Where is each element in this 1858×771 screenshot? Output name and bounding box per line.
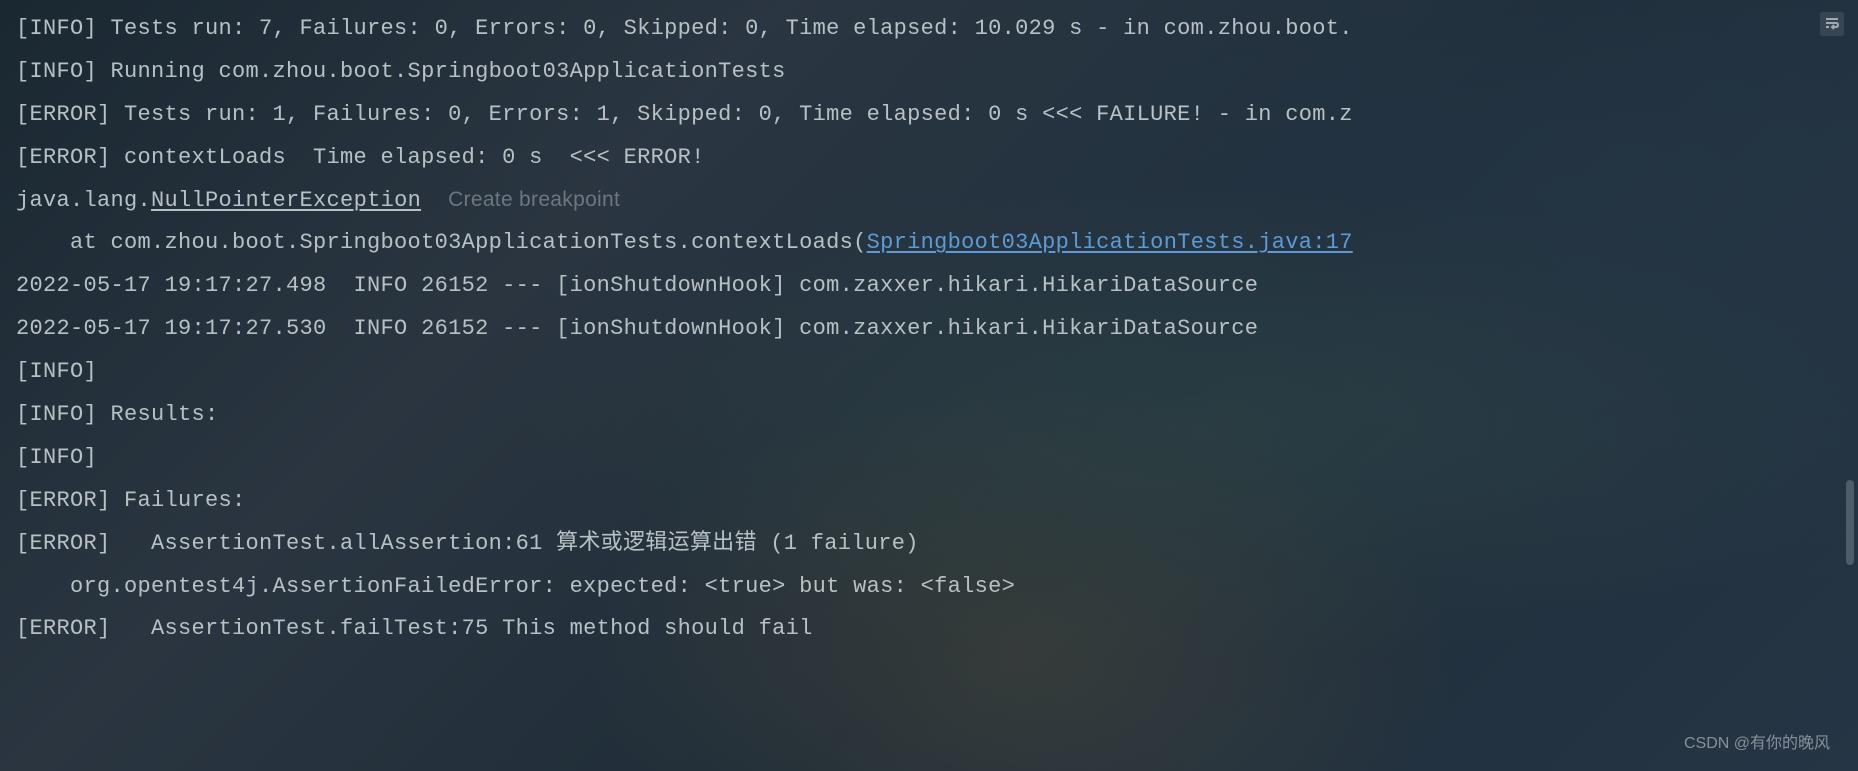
console-text: [INFO] Tests run: 7, Failures: 0, Errors…: [16, 16, 1353, 41]
console-output: [INFO] Tests run: 7, Failures: 0, Errors…: [16, 8, 1842, 651]
console-line: java.lang.NullPointerException Create br…: [16, 180, 1842, 223]
console-line: org.opentest4j.AssertionFailedError: exp…: [16, 566, 1842, 609]
console-line: 2022-05-17 19:17:27.530 INFO 26152 --- […: [16, 308, 1842, 351]
console-text: [ERROR] AssertionTest.allAssertion:61 算术…: [16, 531, 919, 556]
console-text: [ERROR] contextLoads Time elapsed: 0 s <…: [16, 145, 705, 170]
console-line: [ERROR] contextLoads Time elapsed: 0 s <…: [16, 137, 1842, 180]
watermark-text: CSDN @有你的晚风: [1684, 728, 1830, 759]
console-text: [ERROR] AssertionTest.failTest:75 This m…: [16, 616, 813, 641]
console-line: 2022-05-17 19:17:27.498 INFO 26152 --- […: [16, 265, 1842, 308]
console-line: [INFO] Results:: [16, 394, 1842, 437]
console-text: [ERROR] Tests run: 1, Failures: 0, Error…: [16, 102, 1353, 127]
console-line: [INFO]: [16, 437, 1842, 480]
console-text: 2022-05-17 19:17:27.530 INFO 26152 --- […: [16, 316, 1258, 341]
console-line: [ERROR] Failures:: [16, 480, 1842, 523]
console-text: [INFO] Running com.zhou.boot.Springboot0…: [16, 59, 786, 84]
vertical-scrollbar[interactable]: [1846, 480, 1854, 565]
console-text: [INFO]: [16, 359, 111, 384]
console-line: [INFO]: [16, 351, 1842, 394]
console-text: at com.zhou.boot.Springboot03Application…: [16, 230, 867, 255]
console-text: [421, 188, 448, 213]
console-line: [ERROR] AssertionTest.allAssertion:61 算术…: [16, 523, 1842, 566]
soft-wrap-icon[interactable]: [1820, 12, 1844, 36]
console-text: java.lang.: [16, 188, 151, 213]
source-link[interactable]: Springboot03ApplicationTests.java:17: [867, 230, 1353, 255]
console-line: [ERROR] AssertionTest.failTest:75 This m…: [16, 608, 1842, 651]
console-text: [INFO]: [16, 445, 111, 470]
console-text: [INFO] Results:: [16, 402, 219, 427]
console-text: [ERROR] Failures:: [16, 488, 259, 513]
console-line: [INFO] Tests run: 7, Failures: 0, Errors…: [16, 8, 1842, 51]
create-breakpoint-hint[interactable]: Create breakpoint: [448, 188, 620, 211]
console-text: 2022-05-17 19:17:27.498 INFO 26152 --- […: [16, 273, 1258, 298]
console-line: at com.zhou.boot.Springboot03Application…: [16, 222, 1842, 265]
exception-class[interactable]: NullPointerException: [151, 188, 421, 213]
console-line: [INFO] Running com.zhou.boot.Springboot0…: [16, 51, 1842, 94]
console-text: org.opentest4j.AssertionFailedError: exp…: [16, 574, 1015, 599]
console-line: [ERROR] Tests run: 1, Failures: 0, Error…: [16, 94, 1842, 137]
